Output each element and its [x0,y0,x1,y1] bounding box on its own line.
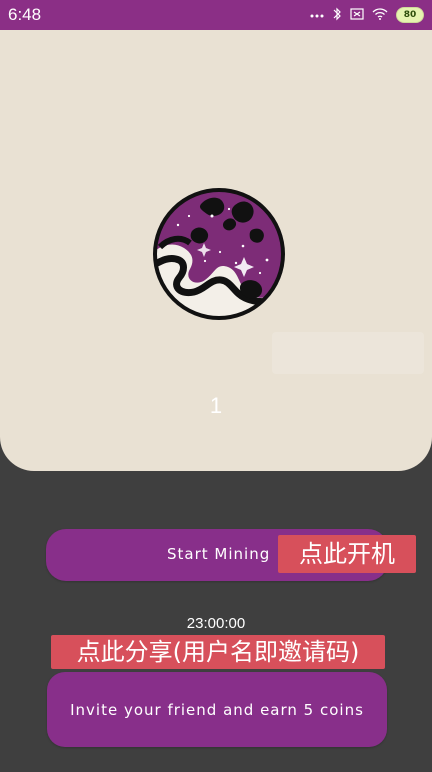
more-icon [310,8,324,22]
battery-icon: 80 [396,7,424,23]
invite-friend-button[interactable]: Invite your friend and earn 5 coins [47,672,387,747]
status-time: 6:48 [8,5,42,24]
planet-icon [150,185,288,323]
invite-friend-label: Invite your friend and earn 5 coins [70,700,364,719]
share-annotation: 点此分享(用户名即邀请码) [51,635,385,669]
start-mining-annotation: 点此开机 [278,535,416,573]
sim-icon [350,7,364,23]
status-icons: 80 [310,7,424,24]
countdown-timer: 23:00:00 [186,615,246,632]
mining-counter: 1 [209,393,223,418]
status-bar: 6:48 80 [0,0,432,30]
bluetooth-icon [332,7,342,24]
wifi-icon [372,7,388,23]
decorative-highlight [272,332,424,374]
start-mining-label: Start Mining [167,545,271,563]
bottom-status-text [172,763,232,772]
